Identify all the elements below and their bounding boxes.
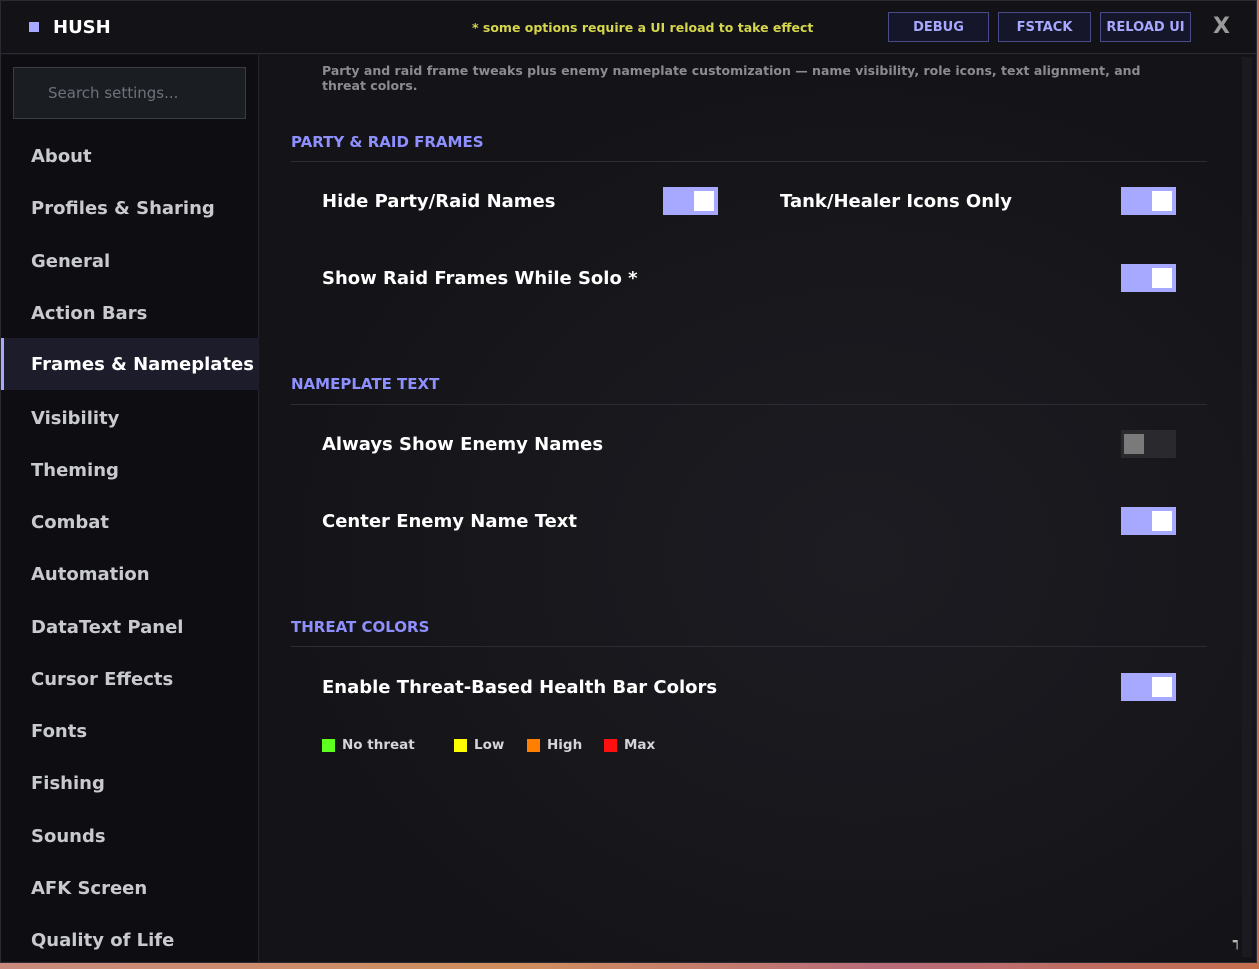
- toggle-knob: [694, 191, 714, 211]
- fstack-button[interactable]: FSTACK: [998, 12, 1091, 42]
- toggle-knob: [1152, 268, 1172, 288]
- sidebar-item-frames-nameplates[interactable]: Frames & Nameplates: [1, 338, 259, 390]
- toggle-center-enemy-name-text[interactable]: [1121, 507, 1176, 535]
- toggle-show-raid-frames-solo[interactable]: [1121, 264, 1176, 292]
- reload-notice: * some options require a UI reload to ta…: [472, 20, 814, 35]
- toggle-always-show-enemy-names[interactable]: [1121, 430, 1176, 458]
- toggle-tank-healer-icons-only[interactable]: [1121, 187, 1176, 215]
- sidebar-item-general[interactable]: General: [1, 235, 259, 287]
- option-label-show-raid-frames-solo: Show Raid Frames While Solo *: [322, 268, 638, 289]
- toggle-knob: [1124, 434, 1144, 454]
- legend-label: No threat: [342, 737, 415, 753]
- sidebar-item-quality-of-life[interactable]: Quality of Life: [1, 914, 259, 962]
- debug-button[interactable]: DEBUG: [888, 12, 989, 42]
- reload-ui-button[interactable]: RELOAD UI: [1100, 12, 1191, 42]
- sidebar-item-theming[interactable]: Theming: [1, 444, 259, 496]
- legend-label: Low: [474, 737, 505, 753]
- option-label-enable-threat-colors: Enable Threat-Based Health Bar Colors: [322, 677, 718, 698]
- sidebar-item-sounds[interactable]: Sounds: [1, 810, 259, 862]
- section-title-party-raid: PARTY & RAID FRAMES: [291, 133, 484, 151]
- legend-swatch: [604, 738, 617, 752]
- legend-swatch: [527, 738, 540, 752]
- legend-max: Max: [604, 737, 655, 753]
- section-divider: [291, 646, 1207, 647]
- title-bar[interactable]: HUSH * some options require a UI reload …: [1, 1, 1256, 54]
- settings-window: HUSH * some options require a UI reload …: [0, 0, 1257, 963]
- search-input[interactable]: Search settings...: [13, 67, 246, 119]
- sidebar-item-visibility[interactable]: Visibility: [1, 392, 259, 444]
- resize-grip-icon[interactable]: ┑: [1233, 934, 1241, 950]
- sidebar-item-datatext-panel[interactable]: DataText Panel: [1, 601, 259, 653]
- toggle-enable-threat-colors[interactable]: [1121, 673, 1176, 701]
- legend-swatch: [322, 738, 335, 752]
- option-label-tank-healer-icons-only: Tank/Healer Icons Only: [780, 191, 1012, 212]
- sidebar-item-combat[interactable]: Combat: [1, 496, 259, 548]
- sidebar: Search settings... About Profiles & Shar…: [1, 55, 259, 962]
- sidebar-item-cursor-effects[interactable]: Cursor Effects: [1, 653, 259, 705]
- legend-label: Max: [624, 737, 656, 753]
- option-label-always-show-enemy-names: Always Show Enemy Names: [322, 434, 604, 455]
- section-divider: [291, 161, 1207, 162]
- page-description: Party and raid frame tweaks plus enemy n…: [322, 63, 1141, 93]
- close-icon[interactable]: X: [1213, 14, 1230, 39]
- sidebar-item-about[interactable]: About: [1, 130, 259, 182]
- window-title: HUSH: [53, 17, 111, 38]
- legend-swatch: [454, 738, 467, 752]
- toggle-knob: [1152, 511, 1172, 531]
- sidebar-item-fonts[interactable]: Fonts: [1, 705, 259, 757]
- legend-high: High: [527, 737, 582, 753]
- toggle-knob: [1152, 191, 1172, 211]
- legend-low: Low: [454, 737, 504, 753]
- section-divider: [291, 404, 1207, 405]
- legend-label: High: [547, 737, 583, 753]
- section-title-threat-colors: THREAT COLORS: [291, 618, 430, 636]
- option-label-center-enemy-name-text: Center Enemy Name Text: [322, 511, 578, 532]
- sidebar-item-automation[interactable]: Automation: [1, 548, 259, 600]
- legend-no-threat: No threat: [322, 737, 415, 753]
- toggle-hide-party-raid-names[interactable]: [663, 187, 718, 215]
- toggle-knob: [1152, 677, 1172, 697]
- content-panel: Party and raid frame tweaks plus enemy n…: [260, 55, 1256, 962]
- section-title-nameplate-text: NAMEPLATE TEXT: [291, 375, 440, 393]
- option-label-hide-party-raid-names: Hide Party/Raid Names: [322, 191, 556, 212]
- addon-logo-icon: [29, 22, 39, 32]
- sidebar-item-profiles-sharing[interactable]: Profiles & Sharing: [1, 182, 259, 234]
- scrollbar[interactable]: [1242, 57, 1252, 957]
- sidebar-item-action-bars[interactable]: Action Bars: [1, 287, 259, 339]
- sidebar-item-afk-screen[interactable]: AFK Screen: [1, 862, 259, 914]
- sidebar-item-fishing[interactable]: Fishing: [1, 757, 259, 809]
